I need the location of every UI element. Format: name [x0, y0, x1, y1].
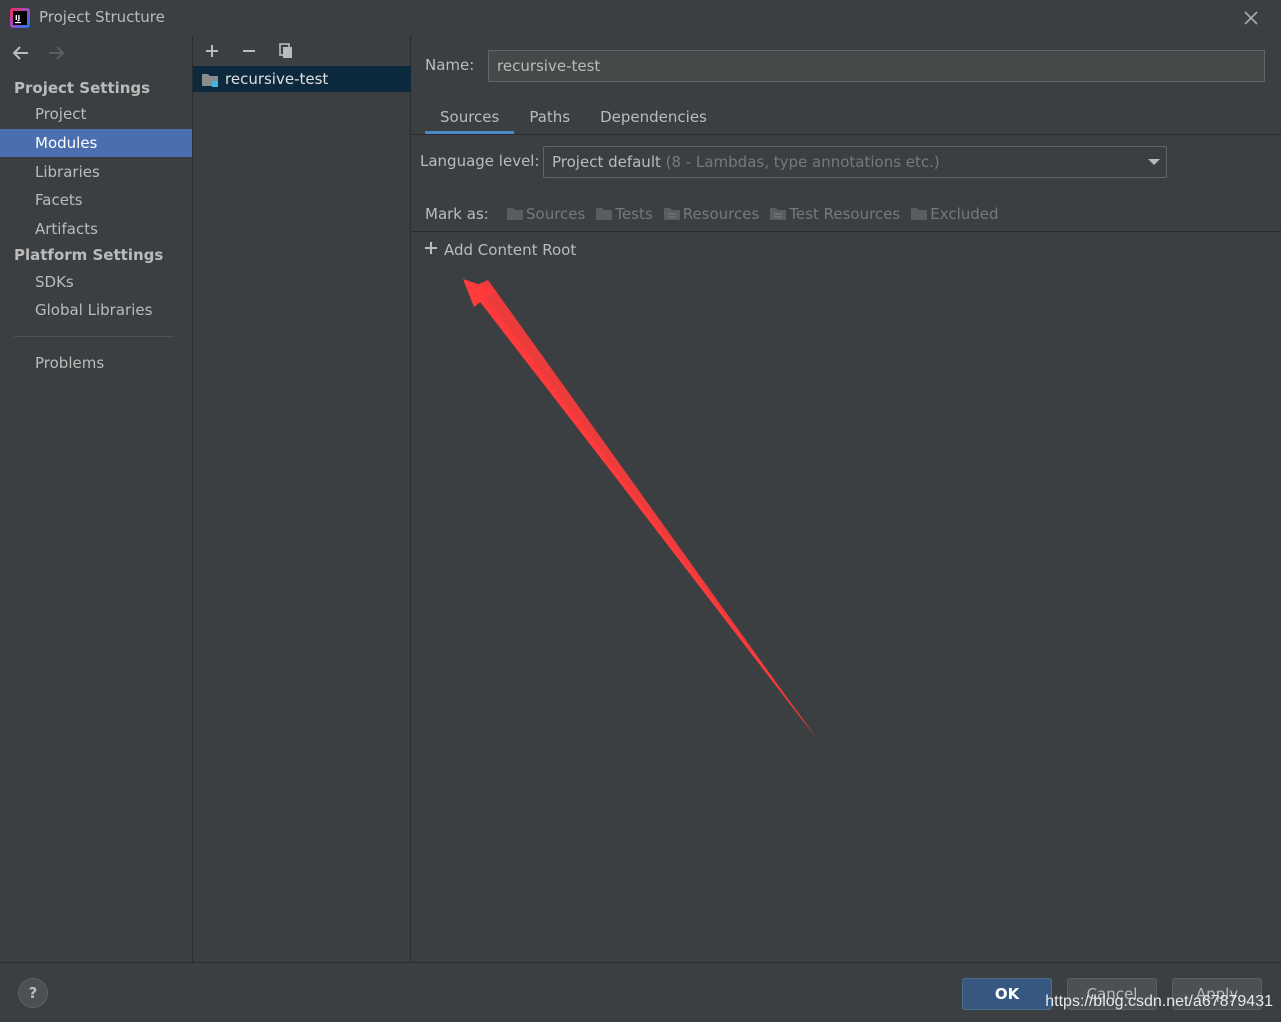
settings-sidebar: Project Settings Project Modules Librari…: [0, 36, 193, 962]
mark-test-resources-button[interactable]: Test Resources: [769, 205, 900, 223]
sidebar-divider: [14, 336, 174, 337]
help-button[interactable]: ?: [18, 978, 48, 1008]
tab-sources[interactable]: Sources: [425, 104, 515, 134]
module-name-field[interactable]: recursive-test: [488, 50, 1265, 82]
resources-folder-icon: [663, 208, 680, 220]
mark-sources-button[interactable]: Sources: [506, 205, 585, 223]
module-list-pane: recursive-test: [193, 36, 411, 962]
plus-icon: [425, 242, 437, 254]
arrow-right-icon[interactable]: [45, 42, 67, 64]
minus-icon[interactable]: [238, 40, 262, 62]
mark-resources-label: Resources: [682, 205, 760, 223]
watermark-text: https://blog.csdn.net/a67879431: [1045, 993, 1273, 1010]
module-tabs: Sources Paths Dependencies: [425, 104, 722, 136]
platform-settings-heading: Platform Settings: [14, 246, 164, 264]
mark-sources-label: Sources: [526, 205, 586, 223]
sidebar-item-label: Libraries: [35, 163, 100, 181]
project-settings-heading: Project Settings: [14, 79, 151, 97]
mark-tests-label: Tests: [615, 205, 653, 223]
arrow-left-icon[interactable]: [10, 42, 32, 64]
intellij-app-icon: IJ: [10, 8, 30, 28]
sidebar-item-global-libraries[interactable]: Global Libraries: [0, 296, 192, 324]
chevron-down-icon: [1148, 159, 1160, 165]
mark-excluded-button[interactable]: Excluded: [910, 205, 999, 223]
mark-as-label: Mark as:: [425, 205, 489, 223]
test-resources-folder-icon: [770, 208, 787, 220]
sidebar-item-label: Artifacts: [35, 220, 98, 238]
tab-dependencies[interactable]: Dependencies: [585, 104, 722, 134]
add-content-root-label: Add Content Root: [444, 241, 577, 259]
module-list-item[interactable]: recursive-test: [193, 66, 411, 92]
folder-icon: [596, 208, 613, 220]
mark-resources-button[interactable]: Resources: [663, 205, 760, 223]
module-name: recursive-test: [225, 70, 329, 88]
language-level-label: Language level:: [420, 152, 540, 170]
sidebar-item-problems[interactable]: Problems: [0, 349, 192, 377]
sidebar-item-label: Facets: [35, 191, 83, 209]
mark-as-divider: [412, 231, 1281, 232]
add-content-root-button[interactable]: Add Content Root: [424, 241, 576, 259]
nav-arrows: [10, 42, 67, 66]
window-title: Project Structure: [39, 8, 165, 26]
sidebar-item-label: Global Libraries: [35, 301, 153, 319]
sidebar-item-modules[interactable]: Modules: [0, 129, 192, 157]
title-bar: IJ Project Structure: [0, 0, 1281, 36]
sidebar-item-artifacts[interactable]: Artifacts: [0, 215, 192, 243]
sidebar-item-project[interactable]: Project: [0, 100, 192, 128]
sidebar-item-sdks[interactable]: SDKs: [0, 268, 192, 296]
sidebar-item-label: Project: [35, 105, 87, 123]
svg-text:IJ: IJ: [15, 14, 20, 22]
tabs-divider: [412, 134, 1281, 135]
excluded-folder-icon: [911, 208, 928, 220]
language-level-hint: (8 - Lambdas, type annotations etc.): [665, 153, 940, 171]
ok-button[interactable]: OK: [962, 978, 1052, 1010]
dialog-footer: ? OK Cancel Apply https://blog.csdn.net/…: [0, 962, 1281, 1022]
mark-as-toolbar: Sources Tests Resources Test Resources Exclu…: [506, 205, 1009, 227]
mark-test-resources-label: Test Resources: [789, 205, 901, 223]
language-level-select[interactable]: Project default (8 - Lambdas, type annot…: [543, 146, 1167, 178]
plus-icon[interactable]: [201, 40, 225, 62]
sidebar-item-label: Problems: [35, 354, 105, 372]
mark-tests-button[interactable]: Tests: [595, 205, 653, 223]
sidebar-item-facets[interactable]: Facets: [0, 186, 192, 214]
language-level-value: Project default: [552, 153, 661, 171]
module-detail-pane: Name: recursive-test Sources Paths Depende…: [412, 36, 1281, 962]
sidebar-item-libraries[interactable]: Libraries: [0, 158, 192, 186]
folder-icon: [507, 208, 523, 220]
sidebar-item-label: SDKs: [35, 273, 74, 291]
sidebar-item-label: Modules: [35, 134, 98, 152]
tab-paths[interactable]: Paths: [514, 104, 585, 134]
module-folder-icon: [202, 73, 218, 87]
copy-icon[interactable]: [275, 40, 299, 62]
module-toolbar: [201, 40, 307, 64]
close-icon[interactable]: [1241, 8, 1261, 28]
name-label: Name:: [425, 56, 475, 74]
mark-excluded-label: Excluded: [930, 205, 999, 223]
